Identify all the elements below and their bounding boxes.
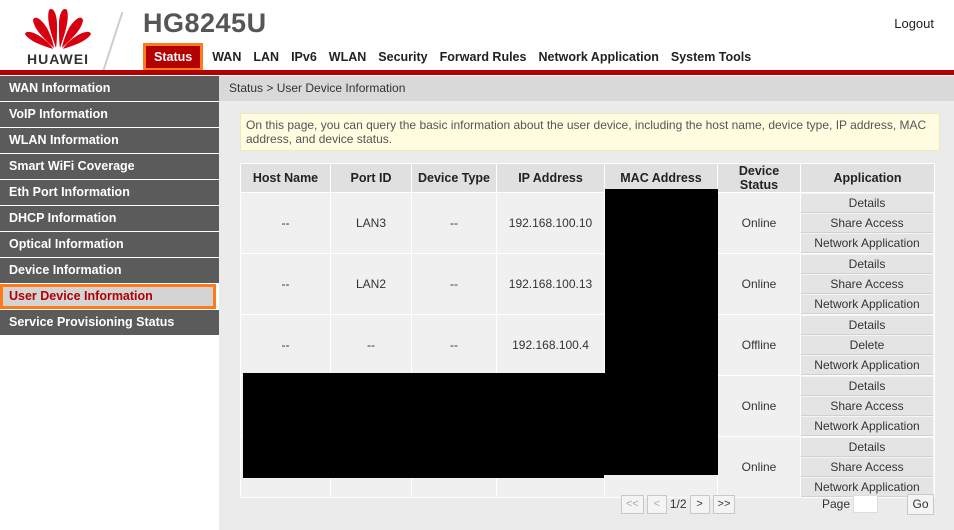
sidebar-item-dhcp-information[interactable]: DHCP Information — [0, 206, 219, 231]
next-page-button[interactable]: > — [689, 494, 710, 514]
huawei-flower-icon — [25, 8, 91, 49]
main-content: Status > User Device Information On this… — [219, 76, 954, 530]
first-page-button[interactable]: << — [621, 494, 644, 514]
go-button[interactable]: Go — [907, 494, 934, 515]
page-indicator: 1/2 — [669, 497, 687, 511]
device-status-cell: Online — [717, 436, 801, 498]
last-page-button[interactable]: >> — [712, 494, 736, 514]
device-type-cell: -- — [411, 192, 497, 254]
col-ip-address: IP Address — [496, 163, 605, 193]
ip-address-cell: 192.168.100.4 — [496, 314, 605, 376]
ip-address-cell: 192.168.100.10 — [496, 192, 605, 254]
network-application-button[interactable]: Network Application — [801, 356, 933, 375]
share-access-button[interactable]: Share Access — [801, 275, 933, 294]
network-application-button[interactable]: Network Application — [801, 295, 933, 314]
device-status-cell: Online — [717, 375, 801, 437]
share-access-button[interactable]: Share Access — [801, 458, 933, 477]
brand-name: HUAWEI — [27, 51, 89, 67]
application-cell: Details Share Access Network Application — [800, 436, 935, 498]
network-application-button[interactable]: Network Application — [801, 234, 933, 253]
device-status-cell: Offline — [717, 314, 801, 376]
details-button[interactable]: Details — [801, 194, 933, 213]
table-row: -- LAN3 -- 192.168.100.10 Online Details… — [240, 192, 935, 254]
redaction-block-mac — [605, 189, 718, 375]
logout-link[interactable]: Logout — [894, 16, 934, 31]
sidebar-item-eth-port-information[interactable]: Eth Port Information — [0, 180, 219, 205]
port-id-cell: LAN3 — [330, 192, 412, 254]
port-id-cell: LAN2 — [330, 253, 412, 315]
sidebar-item-voip-information[interactable]: VoIP Information — [0, 102, 219, 127]
tab-ipv6[interactable]: IPv6 — [285, 43, 323, 71]
device-type-cell: -- — [411, 314, 497, 376]
details-button[interactable]: Details — [801, 255, 933, 274]
delete-button[interactable]: Delete — [801, 336, 933, 355]
col-port-id: Port ID — [330, 163, 412, 193]
top-navigation: Status WAN LAN IPv6 WLAN Security Forwar… — [143, 43, 757, 71]
tab-wlan[interactable]: WLAN — [323, 43, 373, 71]
redaction-block-rows — [243, 373, 604, 478]
header-divider — [102, 12, 124, 70]
host-name-cell: -- — [240, 253, 331, 315]
col-device-type: Device Type — [411, 163, 497, 193]
device-status-cell: Online — [717, 253, 801, 315]
sidebar-item-user-device-information[interactable]: User Device Information — [0, 284, 216, 309]
share-access-button[interactable]: Share Access — [801, 397, 933, 416]
table-header-row: Host Name Port ID Device Type IP Address… — [240, 163, 935, 193]
application-cell: Details Delete Network Application — [800, 314, 935, 376]
prev-page-button[interactable]: < — [646, 494, 667, 514]
sidebar: WAN Information VoIP Information WLAN In… — [0, 76, 219, 530]
page-description: On this page, you can query the basic in… — [240, 113, 940, 151]
pagination: << < 1/2 > >> — [621, 494, 736, 514]
details-button[interactable]: Details — [801, 316, 933, 335]
device-status-cell: Online — [717, 192, 801, 254]
table-row: -- LAN2 -- 192.168.100.13 Online Details… — [240, 253, 935, 315]
network-application-button[interactable]: Network Application — [801, 417, 933, 436]
tab-security[interactable]: Security — [372, 43, 433, 71]
tab-wan[interactable]: WAN — [206, 43, 247, 71]
application-cell: Details Share Access Network Application — [800, 375, 935, 437]
page-number-input[interactable] — [853, 495, 878, 513]
sidebar-item-service-provisioning-status[interactable]: Service Provisioning Status — [0, 310, 219, 335]
device-model-title: HG8245U — [143, 8, 267, 38]
device-type-cell: -- — [411, 253, 497, 315]
details-button[interactable]: Details — [801, 438, 933, 457]
sidebar-item-optical-information[interactable]: Optical Information — [0, 232, 219, 257]
sidebar-item-wan-information[interactable]: WAN Information — [0, 76, 219, 101]
application-cell: Details Share Access Network Application — [800, 192, 935, 254]
tab-lan[interactable]: LAN — [247, 43, 285, 71]
tab-forward-rules[interactable]: Forward Rules — [434, 43, 533, 71]
table-row: -- -- -- 192.168.100.4 Offline Details D… — [240, 314, 935, 376]
redaction-block-mac-lower — [602, 373, 718, 475]
col-host-name: Host Name — [240, 163, 331, 193]
details-button[interactable]: Details — [801, 377, 933, 396]
host-name-cell: -- — [240, 314, 331, 376]
port-id-cell: -- — [330, 314, 412, 376]
share-access-button[interactable]: Share Access — [801, 214, 933, 233]
sidebar-item-device-information[interactable]: Device Information — [0, 258, 219, 283]
tab-system-tools[interactable]: System Tools — [665, 43, 757, 71]
host-name-cell: -- — [240, 192, 331, 254]
huawei-logo: HUAWEI — [22, 6, 94, 68]
page-number-label: Page — [822, 497, 851, 511]
header: HUAWEI HG8245U Logout Status WAN LAN IPv… — [0, 0, 954, 72]
ip-address-cell: 192.168.100.13 — [496, 253, 605, 315]
tab-status[interactable]: Status — [143, 43, 204, 71]
col-application: Application — [800, 163, 935, 193]
sidebar-item-smart-wifi-coverage[interactable]: Smart WiFi Coverage — [0, 154, 219, 179]
application-cell: Details Share Access Network Application — [800, 253, 935, 315]
tab-network-application[interactable]: Network Application — [532, 43, 664, 71]
header-red-bar — [0, 70, 954, 75]
col-device-status: Device Status — [717, 163, 801, 193]
breadcrumb: Status > User Device Information — [219, 76, 954, 101]
sidebar-item-wlan-information[interactable]: WLAN Information — [0, 128, 219, 153]
